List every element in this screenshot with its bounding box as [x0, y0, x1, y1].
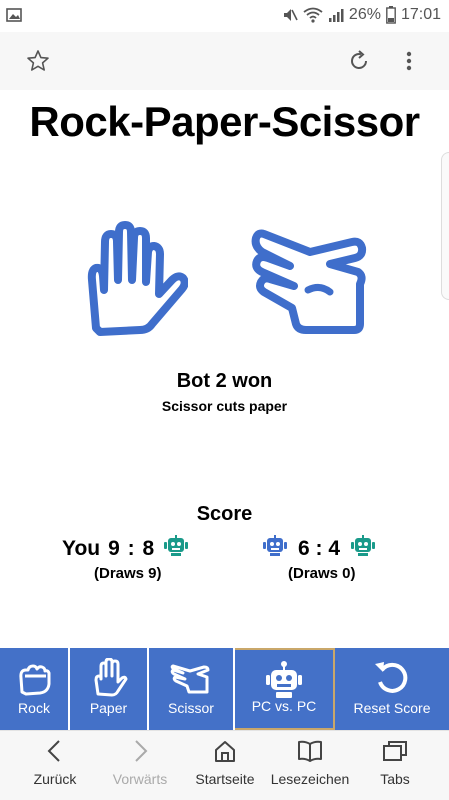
- nav-bookmarks-label: Lesezeichen: [270, 771, 350, 787]
- nav-back-label: Zurück: [33, 771, 77, 787]
- back-icon: [47, 740, 60, 762]
- paper-hand-icon: [90, 657, 128, 701]
- edge-panel-handle[interactable]: [441, 152, 449, 300]
- left-score: 9 : 8: [108, 537, 156, 560]
- paper-hand-icon: [78, 220, 189, 345]
- nav-home[interactable]: Startseite: [180, 739, 270, 787]
- nav-tabs-label: Tabs: [380, 771, 410, 787]
- clock: 17:01: [400, 6, 441, 23]
- star-outline-icon[interactable]: [26, 49, 50, 78]
- reload-icon[interactable]: [347, 49, 371, 78]
- nav-back[interactable]: Zurück: [10, 739, 100, 787]
- nav-home-label: Startseite: [195, 771, 255, 787]
- home-icon: [215, 741, 235, 762]
- nav-bookmarks[interactable]: Lesezeichen: [265, 739, 355, 787]
- right-draws: (Draws 0): [288, 565, 356, 582]
- forward-icon: [135, 740, 148, 762]
- battery-percent: 26%: [348, 6, 381, 23]
- battery-icon: [386, 6, 396, 24]
- scissor-button-label: Scissor: [168, 700, 214, 716]
- scissor-button[interactable]: Scissor: [149, 648, 235, 730]
- rock-fist-icon: [14, 658, 54, 701]
- scissor-hand-icon: [250, 228, 375, 343]
- tabs-icon: [383, 741, 407, 761]
- scissor-hand-icon: [170, 658, 212, 701]
- paper-button[interactable]: Paper: [70, 648, 149, 730]
- bookmarks-icon: [298, 740, 322, 762]
- reset-score-button[interactable]: Reset Score: [335, 648, 449, 730]
- rock-button[interactable]: Rock: [0, 648, 70, 730]
- wifi-icon: [303, 7, 323, 23]
- reset-score-button-label: Reset Score: [353, 700, 431, 716]
- result-title: Bot 2 won: [176, 370, 273, 392]
- robot-icon: [350, 535, 376, 563]
- browser-toolbar: [0, 32, 449, 90]
- left-player-name: You: [62, 537, 101, 560]
- page-content: Rock-Paper-Scissor Bot 2 won Scissor cut…: [0, 90, 449, 648]
- nav-tabs[interactable]: Tabs: [350, 739, 440, 787]
- paper-button-label: Paper: [89, 700, 128, 716]
- result-subtitle: Scissor cuts paper: [161, 398, 288, 414]
- score-left: You 9 : 8: [62, 535, 189, 563]
- gallery-notification-icon: [6, 8, 22, 22]
- robot-icon: [262, 535, 288, 563]
- browser-nav-bar: Zurück Vorwärts Startseite Lesezeichen T…: [0, 730, 449, 800]
- robot-icon: [264, 660, 304, 703]
- nav-forward[interactable]: Vorwärts: [95, 739, 185, 787]
- rock-button-label: Rock: [18, 700, 50, 716]
- pc-vs-pc-button[interactable]: PC vs. PC: [235, 648, 335, 730]
- pc-vs-pc-button-label: PC vs. PC: [251, 698, 317, 714]
- page-title: Rock-Paper-Scissor: [29, 98, 420, 145]
- right-score: 6 : 4: [298, 537, 341, 560]
- score-heading: Score: [196, 503, 253, 525]
- more-vertical-icon[interactable]: [399, 49, 419, 73]
- mute-icon: [282, 7, 298, 23]
- robot-icon: [163, 535, 189, 563]
- signal-icon: [328, 7, 344, 23]
- left-draws: (Draws 9): [94, 565, 162, 582]
- status-bar: 26% 17:01: [0, 0, 449, 32]
- score-right: 6 : 4: [262, 535, 376, 563]
- nav-forward-label: Vorwärts: [112, 771, 168, 787]
- status-right-group: 26% 17:01: [282, 6, 441, 24]
- action-bar: Rock Paper Scissor PC vs. PC Reset Score: [0, 648, 449, 730]
- reset-icon: [372, 658, 412, 701]
